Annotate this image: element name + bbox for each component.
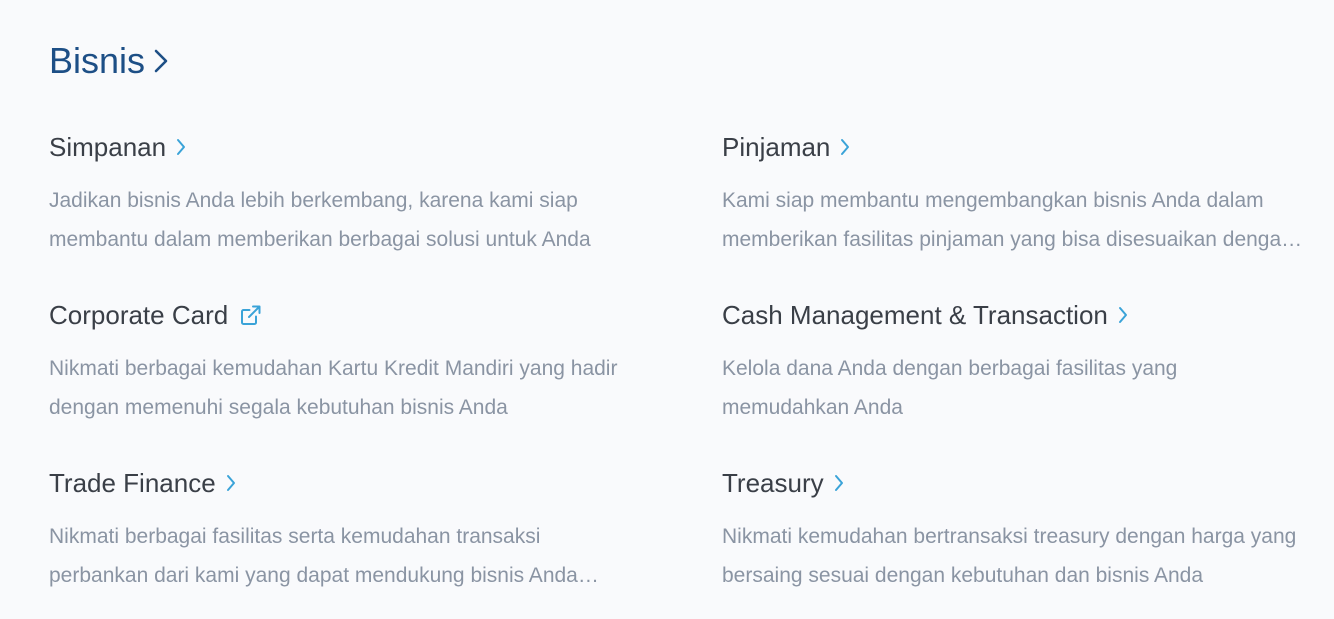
card-title-link-trade-finance[interactable]: Trade Finance bbox=[49, 464, 669, 502]
card-description-line: membantu dalam memberikan berbagai solus… bbox=[49, 228, 591, 251]
card-title-link-corporate-card[interactable]: Corporate Card bbox=[49, 296, 669, 334]
chevron-right-icon bbox=[226, 474, 236, 492]
card-description-line: Kami siap membantu mengembangkan bisnis … bbox=[722, 189, 1264, 212]
chevron-right-icon bbox=[1118, 306, 1128, 324]
section-title: Bisnis bbox=[49, 40, 146, 81]
card-description-line: Jadikan bisnis Anda lebih berkembang, ka… bbox=[49, 189, 578, 212]
card-description-line: memudahkan Anda bbox=[722, 396, 903, 419]
card-description: Jadikan bisnis Anda lebih berkembang, ka… bbox=[49, 181, 669, 259]
card-description-line: Nikmati kemudahan bertransaksi treasury … bbox=[722, 525, 1297, 548]
card-title-link-simpanan[interactable]: Simpanan bbox=[49, 128, 669, 166]
card-description: Kami siap membantu mengembangkan bisnis … bbox=[722, 181, 1334, 259]
chevron-right-icon bbox=[176, 138, 186, 156]
card-description-line: bersaing sesuai dengan kebutuhan dan bis… bbox=[722, 564, 1204, 587]
card-description-line: dengan memenuhi segala kebutuhan bisnis … bbox=[49, 396, 508, 419]
business-section: Bisnis Simpanan Jadikan bisnis Anda lebi… bbox=[0, 0, 1334, 619]
section-title-link[interactable]: Bisnis bbox=[49, 38, 169, 84]
card-description-line: perbankan dari kami yang dapat mendukung… bbox=[49, 564, 599, 587]
card-description: Nikmati berbagai fasilitas serta kemudah… bbox=[49, 517, 669, 595]
card-title: Simpanan bbox=[49, 132, 167, 162]
chevron-right-icon bbox=[834, 474, 844, 492]
card-title-link-cash-management[interactable]: Cash Management & Transaction bbox=[722, 296, 1334, 334]
chevron-right-icon bbox=[153, 48, 169, 74]
card-title: Corporate Card bbox=[49, 300, 229, 330]
card-treasury: Treasury Nikmati kemudahan bertransaksi … bbox=[722, 464, 1334, 595]
card-description-line: Kelola dana Anda dengan berbagai fasilit… bbox=[722, 357, 1178, 380]
card-description-line: Nikmati berbagai kemudahan Kartu Kredit … bbox=[49, 357, 618, 380]
card-trade-finance: Trade Finance Nikmati berbagai fasilitas… bbox=[49, 464, 669, 595]
external-link-icon bbox=[240, 304, 262, 326]
card-description: Nikmati berbagai kemudahan Kartu Kredit … bbox=[49, 349, 669, 427]
card-cash-management: Cash Management & Transaction Kelola dan… bbox=[722, 296, 1334, 427]
card-description-line: Nikmati berbagai fasilitas serta kemudah… bbox=[49, 525, 541, 548]
card-pinjaman: Pinjaman Kami siap membantu mengembangka… bbox=[722, 128, 1334, 259]
card-simpanan: Simpanan Jadikan bisnis Anda lebih berke… bbox=[49, 128, 669, 259]
card-title: Cash Management & Transaction bbox=[722, 300, 1108, 330]
card-description: Nikmati kemudahan bertransaksi treasury … bbox=[722, 517, 1334, 595]
card-title: Trade Finance bbox=[49, 468, 216, 498]
card-title-link-treasury[interactable]: Treasury bbox=[722, 464, 1334, 502]
card-description: Kelola dana Anda dengan berbagai fasilit… bbox=[722, 349, 1334, 427]
card-title-link-pinjaman[interactable]: Pinjaman bbox=[722, 128, 1334, 166]
card-title: Pinjaman bbox=[722, 132, 831, 162]
card-description-line: memberikan fasilitas pinjaman yang bisa … bbox=[722, 228, 1303, 251]
chevron-right-icon bbox=[840, 138, 850, 156]
card-title: Treasury bbox=[722, 468, 824, 498]
card-corporate-card: Corporate Card Nikmati berbagai kemudaha… bbox=[49, 296, 669, 427]
